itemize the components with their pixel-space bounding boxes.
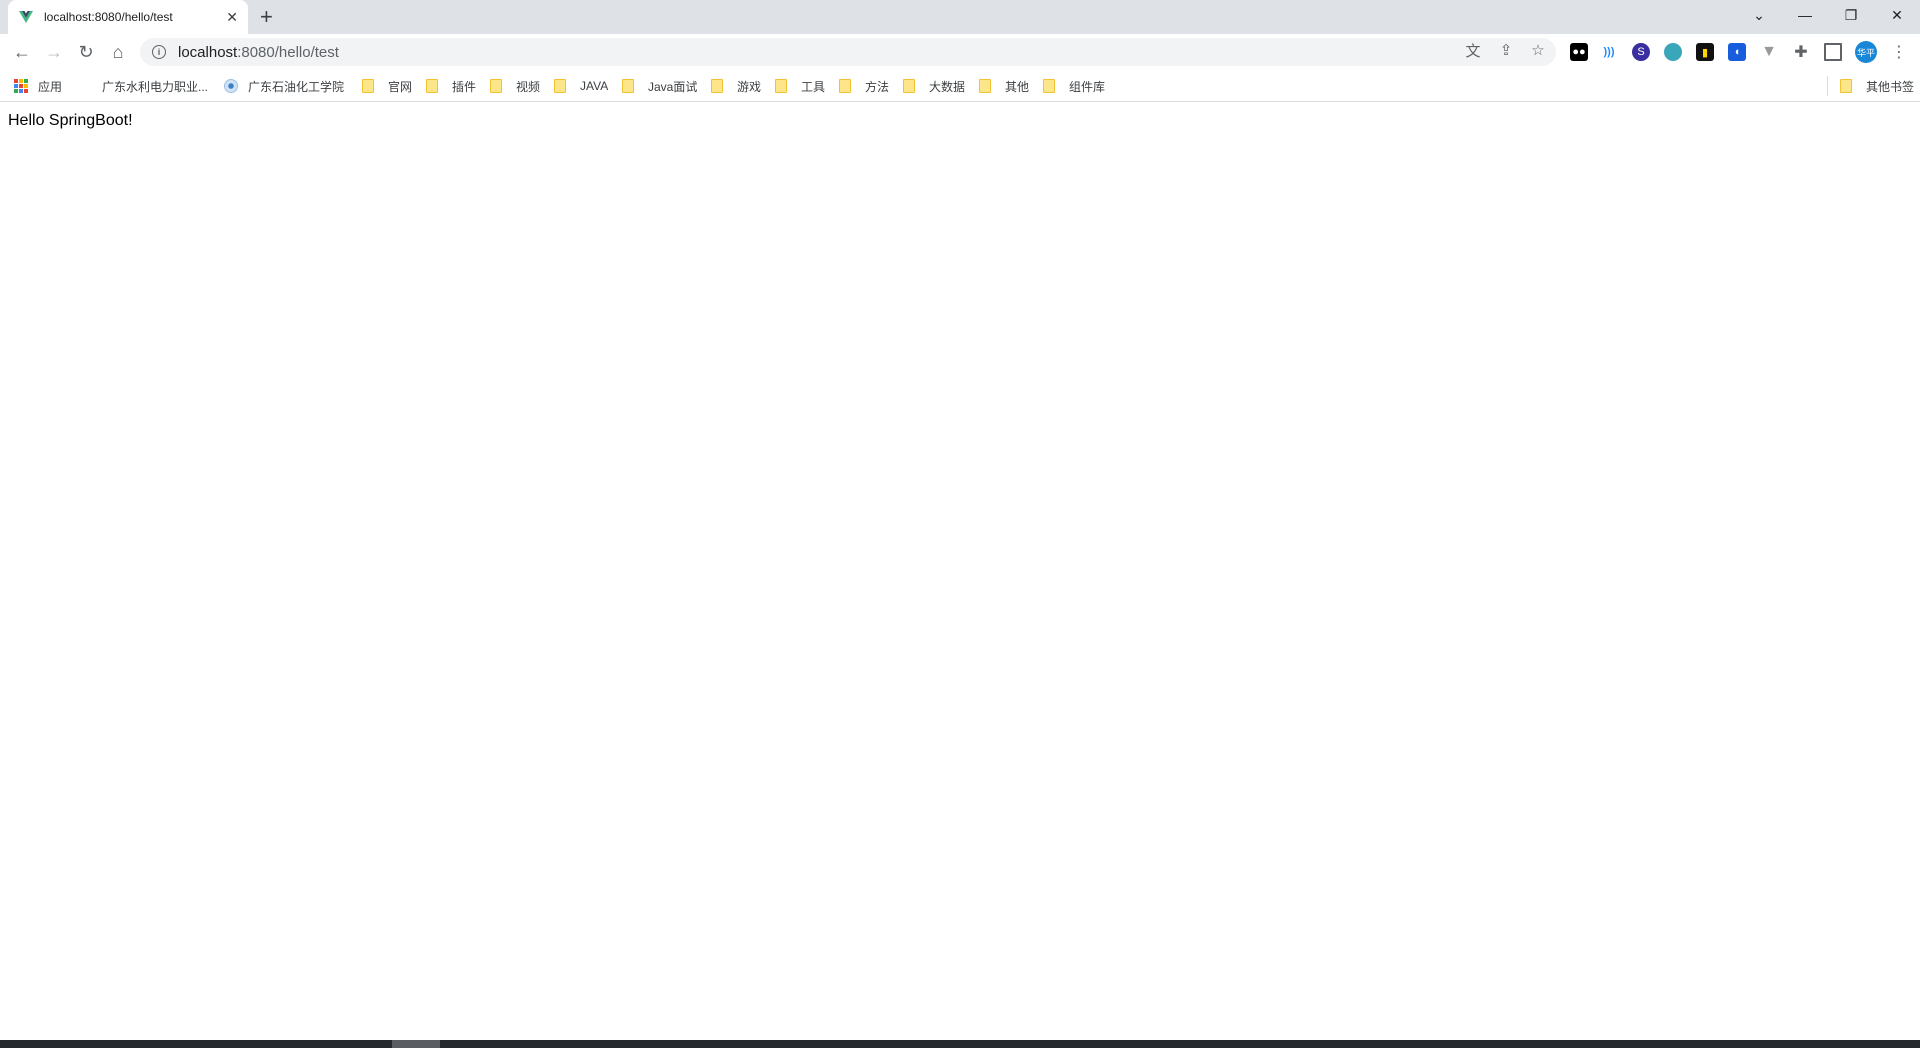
bookmark-folder[interactable]: 工具 [775,78,825,94]
apps-icon [14,79,28,93]
bitwarden-extension-icon[interactable]: ◖ [1728,43,1746,61]
forward-button[interactable]: → [42,40,66,64]
bookmark-folder[interactable]: 游戏 [711,78,761,94]
close-window-button[interactable]: ✕ [1874,0,1920,30]
wave-extension-icon[interactable]: ))) [1600,43,1618,61]
bowl-extension-icon[interactable] [1664,43,1682,61]
url-path: :8080/hello/test [237,43,339,61]
page-body-text: Hello SpringBoot! [8,112,133,129]
bookmark-label: 其他 [1005,79,1030,94]
tab-active[interactable]: localhost:8080/hello/test ✕ [8,0,248,34]
restore-button[interactable]: ❐ [1828,0,1874,30]
bookmark-folder[interactable]: 组件库 [1043,78,1105,94]
folder-icon [426,79,438,93]
s-extension-icon[interactable]: S [1632,43,1650,61]
globe-icon [224,79,238,93]
bookmarks-bar: 应用 广东水利电力职业... 广东石油化工学院 官网 插件 视频 JAVA Ja… [0,70,1920,102]
bookmarks-divider [1827,76,1828,96]
bookmark-folder[interactable]: 官网 [362,78,412,94]
site-info-icon[interactable]: i [152,45,166,59]
bookmark-label: 工具 [801,79,826,94]
folder-icon [903,79,915,93]
bookmark-folder[interactable]: Java面试 [622,78,697,94]
bookmark-label: 大数据 [929,79,966,94]
bookmark-folder[interactable]: 大数据 [903,78,965,94]
folder-icon [839,79,851,93]
tab-search-chevron-icon[interactable]: ⌄ [1736,0,1782,30]
bookmark-folder[interactable]: 插件 [426,78,476,94]
minimize-button[interactable]: — [1782,0,1828,30]
other-bookmarks[interactable]: 其他书签 [1840,78,1914,94]
bookmark-gdpt[interactable]: 广东石油化工学院 [224,78,344,94]
vue-icon [19,11,33,23]
bookmark-label: 组件库 [1069,79,1106,94]
home-button[interactable]: ⌂ [106,40,130,64]
address-bar[interactable]: i localhost:8080/hello/test [140,38,1556,66]
bookmark-label: 游戏 [737,79,762,94]
tampermonkey-extension-icon[interactable]: ●● [1570,43,1588,61]
folder-icon [490,79,502,93]
folder-icon [622,79,634,93]
tab-title: localhost:8080/hello/test [44,10,173,24]
bookmark-gdsl[interactable]: 广东水利电力职业... [102,78,208,94]
note-extension-icon[interactable]: ▮ [1696,43,1714,61]
bookmark-label: 广东石油化工学院 [248,79,345,94]
bookmark-label: 官网 [388,79,413,94]
folder-icon [979,79,991,93]
folder-icon [1043,79,1055,93]
profile-initials: 华平 [1856,47,1875,58]
folder-icon [1840,79,1852,93]
toolbar: ← → ↻ ⌂ i localhost:8080/hello/test 文 ⇪ … [0,34,1920,70]
bookmark-label: Java面试 [648,79,698,94]
reload-button[interactable]: ↻ [74,40,98,64]
bookmark-apps[interactable]: 应用 [14,78,62,94]
bookmark-star-icon[interactable]: ☆ [1529,41,1547,59]
tab-close-icon[interactable]: ✕ [226,9,238,26]
new-tab-button[interactable]: + [260,6,273,28]
taskbar-active-app[interactable] [392,1040,440,1048]
os-taskbar [0,1040,1920,1048]
folder-icon [362,79,374,93]
bookmark-folder[interactable]: 方法 [839,78,889,94]
share-icon[interactable]: ⇪ [1497,41,1515,59]
translate-icon[interactable]: 文 [1464,41,1482,60]
url-host: localhost [178,43,238,61]
tab-strip: localhost:8080/hello/test ✕ + ⌄ — ❐ ✕ [0,0,1920,34]
folder-icon [554,79,566,93]
bookmark-label: 应用 [38,79,63,94]
bookmark-label: 其他书签 [1866,79,1915,94]
bookmark-label: 插件 [452,79,477,94]
bookmark-folder[interactable]: 其他 [979,78,1029,94]
side-panel-icon[interactable] [1824,43,1842,61]
extensions-puzzle-icon[interactable]: ✚ [1792,43,1810,61]
profile-avatar[interactable]: 华平 [1855,41,1877,63]
back-button[interactable]: ← [10,40,34,64]
bookmark-label: JAVA [580,79,609,93]
folder-icon [775,79,787,93]
bookmark-label: 广东水利电力职业... [102,79,209,94]
folder-icon [711,79,723,93]
bookmark-folder[interactable]: 视频 [490,78,540,94]
bookmark-folder[interactable]: JAVA [554,78,608,94]
bookmark-label: 视频 [516,79,541,94]
bookmark-label: 方法 [865,79,890,94]
vue-devtools-extension-icon[interactable]: ▼ [1760,43,1778,61]
menu-kebab-icon[interactable]: ⋮ [1890,43,1908,61]
